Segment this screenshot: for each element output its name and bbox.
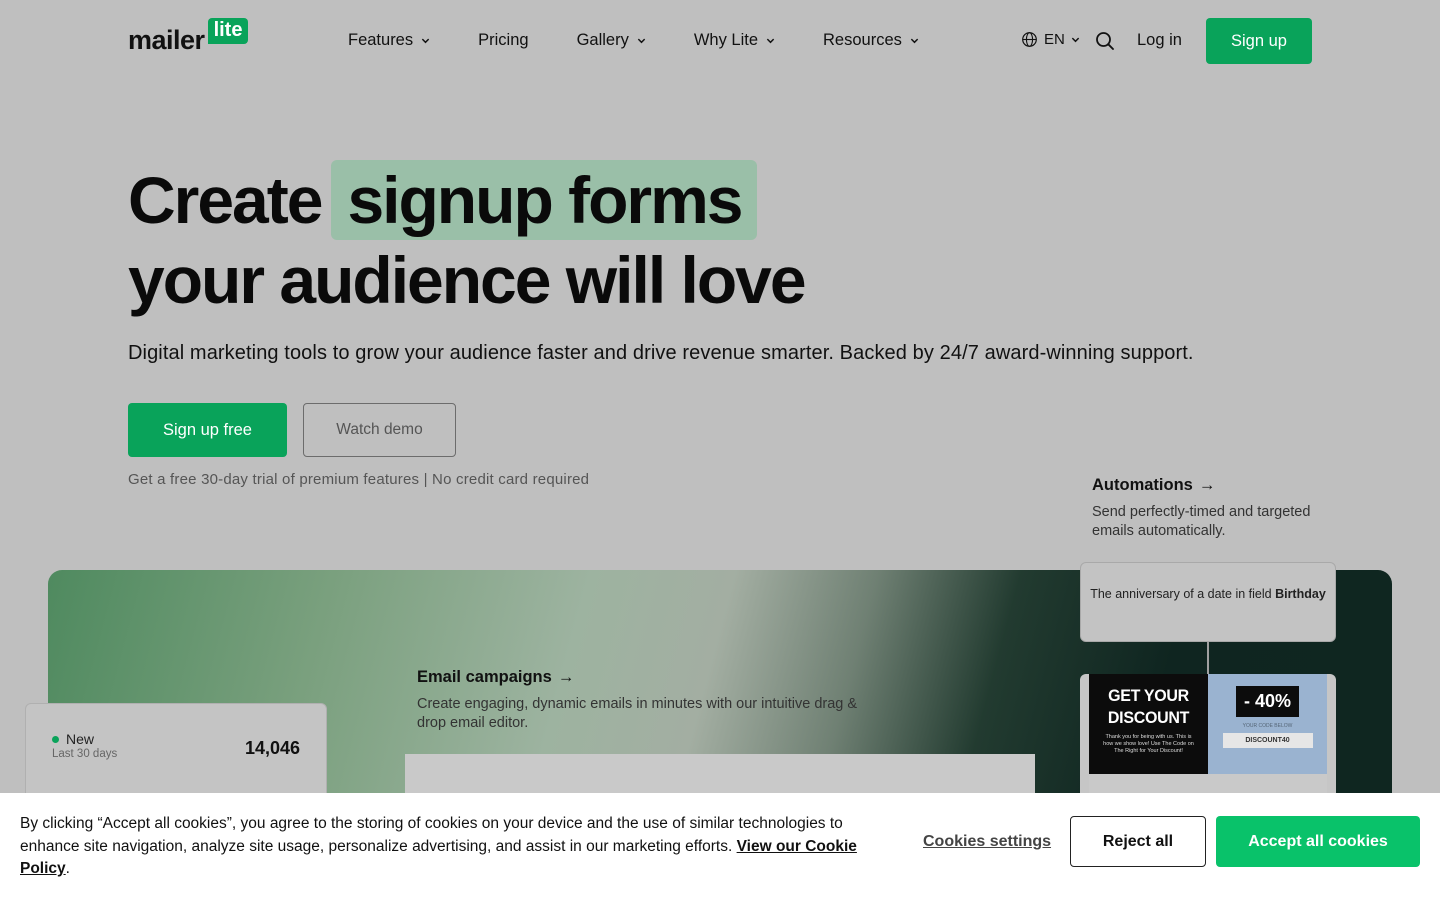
signup-button[interactable]: Sign up — [1206, 18, 1312, 64]
nav-resources[interactable]: Resources — [823, 31, 919, 50]
chevron-down-icon — [910, 38, 919, 43]
nav-pricing-label: Pricing — [478, 31, 529, 49]
nav-why-lite[interactable]: Why Lite — [694, 31, 775, 50]
promo-code-label: YOUR CODE BELOW — [1242, 723, 1293, 729]
stats-period: Last 30 days — [52, 748, 118, 760]
cookies-settings-link[interactable]: Cookies settings — [923, 833, 1051, 851]
chevron-down-icon — [637, 38, 645, 43]
hero-title-highlight: signup forms — [331, 160, 758, 240]
watch-demo-button[interactable]: Watch demo — [303, 403, 456, 457]
nav-pricing[interactable]: Pricing — [478, 31, 528, 50]
logo-wordmark: mailer — [128, 25, 205, 55]
language-label: EN — [1044, 31, 1065, 48]
cookie-banner: By clicking “Accept all cookies”, you ag… — [0, 793, 1440, 900]
chevron-down-icon — [1071, 37, 1080, 43]
hero-title-line2: your audience will love — [128, 243, 807, 317]
trigger-text: The anniversary of a date in field — [1090, 587, 1272, 601]
promo-headline: GET YOUR DISCOUNT — [1107, 687, 1190, 728]
hero-subtitle: Digital marketing tools to grow your aud… — [128, 342, 1194, 364]
reject-all-button[interactable]: Reject all — [1070, 816, 1206, 867]
stats-value: 14,046 — [244, 738, 300, 758]
email-campaigns-feature: Email campaigns → Create engaging, dynam… — [417, 668, 877, 733]
automations-title: Automations — [1092, 476, 1193, 494]
chevron-down-icon — [421, 38, 430, 43]
nav-gallery-label: Gallery — [576, 30, 629, 49]
workflow-connector — [1207, 642, 1209, 676]
automations-feature: Automations → Send perfectly-timed and t… — [1092, 476, 1352, 541]
chevron-down-icon — [766, 38, 775, 43]
site-header: mailer lite Features Pricing Gallery Why… — [0, 0, 1440, 82]
trigger-field: Birthday — [1275, 587, 1326, 601]
automation-trigger-card: The anniversary of a date in field Birth… — [1080, 562, 1336, 642]
nav-features-label: Features — [348, 30, 414, 49]
nav-features[interactable]: Features — [348, 31, 430, 50]
email-campaigns-title: Email campaigns — [417, 668, 552, 686]
automations-description: Send perfectly-timed and targeted emails… — [1092, 504, 1311, 539]
cookie-text: By clicking “Accept all cookies”, you ag… — [20, 815, 857, 877]
main-nav: Features Pricing Gallery Why Lite Resour… — [348, 30, 967, 50]
promo-left-panel: GET YOUR DISCOUNT Thank you for being wi… — [1089, 674, 1208, 774]
hero-title-word: Create — [128, 163, 323, 237]
globe-icon — [1022, 32, 1037, 47]
email-campaigns-link[interactable]: Email campaigns → — [417, 668, 877, 687]
promo-right-panel: - 40% YOUR CODE BELOW DISCOUNT40 — [1208, 674, 1327, 774]
nav-why-lite-label: Why Lite — [693, 30, 759, 49]
nav-resources-label: Resources — [823, 30, 902, 49]
login-link[interactable]: Log in — [1137, 31, 1182, 50]
promo-percent: - 40% — [1235, 686, 1300, 717]
arrow-right-icon: → — [557, 668, 575, 686]
accept-all-cookies-button[interactable]: Accept all cookies — [1216, 816, 1420, 867]
stats-label: New — [66, 731, 95, 747]
language-selector[interactable]: EN — [1021, 31, 1086, 48]
promo-code: DISCOUNT40 — [1222, 733, 1313, 748]
signup-free-button[interactable]: Sign up free — [128, 403, 287, 457]
promo-small-text: Thank you for being with us. This is how… — [1103, 734, 1194, 754]
email-campaigns-description: Create engaging, dynamic emails in minut… — [417, 696, 858, 731]
logo-badge: lite — [207, 18, 249, 44]
cookie-message: By clicking “Accept all cookies”, you ag… — [20, 815, 843, 855]
arrow-right-icon: → — [1198, 476, 1216, 494]
hero-title-line1: Create signup forms — [128, 160, 805, 240]
promo-email-preview: GET YOUR DISCOUNT Thank you for being wi… — [1080, 674, 1336, 804]
automations-link[interactable]: Automations → — [1092, 476, 1352, 495]
mailerlite-logo[interactable]: mailer lite — [128, 18, 249, 55]
nav-gallery[interactable]: Gallery — [577, 31, 646, 50]
search-icon[interactable] — [1094, 30, 1116, 52]
status-dot — [52, 736, 59, 743]
hero-title: Create signup forms your audience will lo… — [128, 160, 807, 320]
trial-note: Get a free 30-day trial of premium featu… — [128, 471, 590, 488]
